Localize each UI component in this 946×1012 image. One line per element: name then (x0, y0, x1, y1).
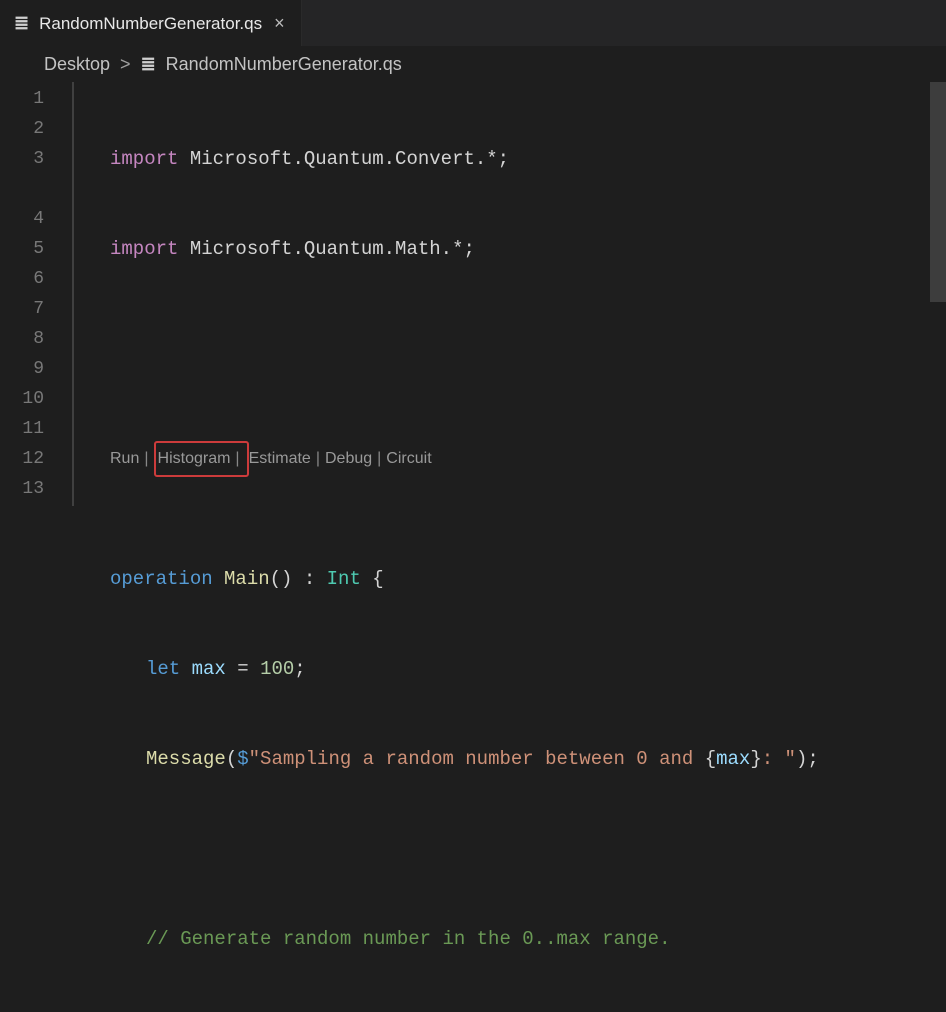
codelens: Run | Histogram| Estimate | Debug | Circ… (74, 444, 946, 474)
code-area[interactable]: import Microsoft.Quantum.Convert.*; impo… (72, 82, 946, 506)
tab-bar-empty (301, 0, 946, 46)
file-list-icon: ≣ (14, 13, 29, 34)
codelens-sep: | (235, 450, 239, 467)
codelens-debug[interactable]: Debug (325, 444, 372, 474)
tab-bar: ≣ RandomNumberGenerator.qs × (0, 0, 946, 46)
line-number: 12 (0, 444, 44, 474)
chevron-right-icon: > (120, 54, 131, 75)
codelens-circuit[interactable]: Circuit (386, 444, 431, 474)
code-line: let max = 100; (74, 654, 946, 684)
file-list-icon: ≣ (141, 54, 156, 75)
breadcrumb: Desktop > ≣ RandomNumberGenerator.qs (0, 46, 946, 82)
vertical-scrollbar[interactable] (930, 82, 946, 506)
codelens-estimate[interactable]: Estimate (249, 444, 311, 474)
line-gutter: 1 2 3 4 5 6 7 8 9 10 11 12 13 (0, 82, 72, 506)
line-number: 8 (0, 324, 44, 354)
tab-filename: RandomNumberGenerator.qs (39, 14, 262, 34)
code-line (74, 834, 946, 864)
line-number: 9 (0, 354, 44, 384)
line-number: 10 (0, 384, 44, 414)
codelens-sep: | (144, 444, 148, 474)
codelens-run[interactable]: Run (110, 444, 139, 474)
line-number: 1 (0, 84, 44, 114)
code-line: import Microsoft.Quantum.Convert.*; (74, 144, 946, 174)
line-number: 7 (0, 294, 44, 324)
line-number: 13 (0, 474, 44, 504)
scrollbar-thumb[interactable] (930, 82, 946, 302)
line-number: 6 (0, 264, 44, 294)
line-number-spacer (0, 174, 44, 204)
line-number: 11 (0, 414, 44, 444)
editor: 1 2 3 4 5 6 7 8 9 10 11 12 13 import Mic… (0, 82, 946, 506)
line-number: 4 (0, 204, 44, 234)
code-line: operation Main() : Int { (74, 564, 946, 594)
close-icon[interactable]: × (272, 11, 287, 36)
file-tab[interactable]: ≣ RandomNumberGenerator.qs × (0, 0, 301, 46)
line-number: 3 (0, 144, 44, 174)
breadcrumb-file[interactable]: RandomNumberGenerator.qs (166, 54, 402, 75)
line-number: 5 (0, 234, 44, 264)
codelens-sep: | (316, 444, 320, 474)
code-line: import Microsoft.Quantum.Math.*; (74, 234, 946, 264)
codelens-histogram-highlight: Histogram| (154, 441, 249, 477)
codelens-sep: | (377, 444, 381, 474)
breadcrumb-root[interactable]: Desktop (44, 54, 110, 75)
codelens-histogram[interactable]: Histogram (158, 450, 231, 467)
code-line: Message($"Sampling a random number betwe… (74, 744, 946, 774)
line-number: 2 (0, 114, 44, 144)
code-line (74, 324, 946, 354)
code-line: // Generate random number in the 0..max … (74, 924, 946, 954)
